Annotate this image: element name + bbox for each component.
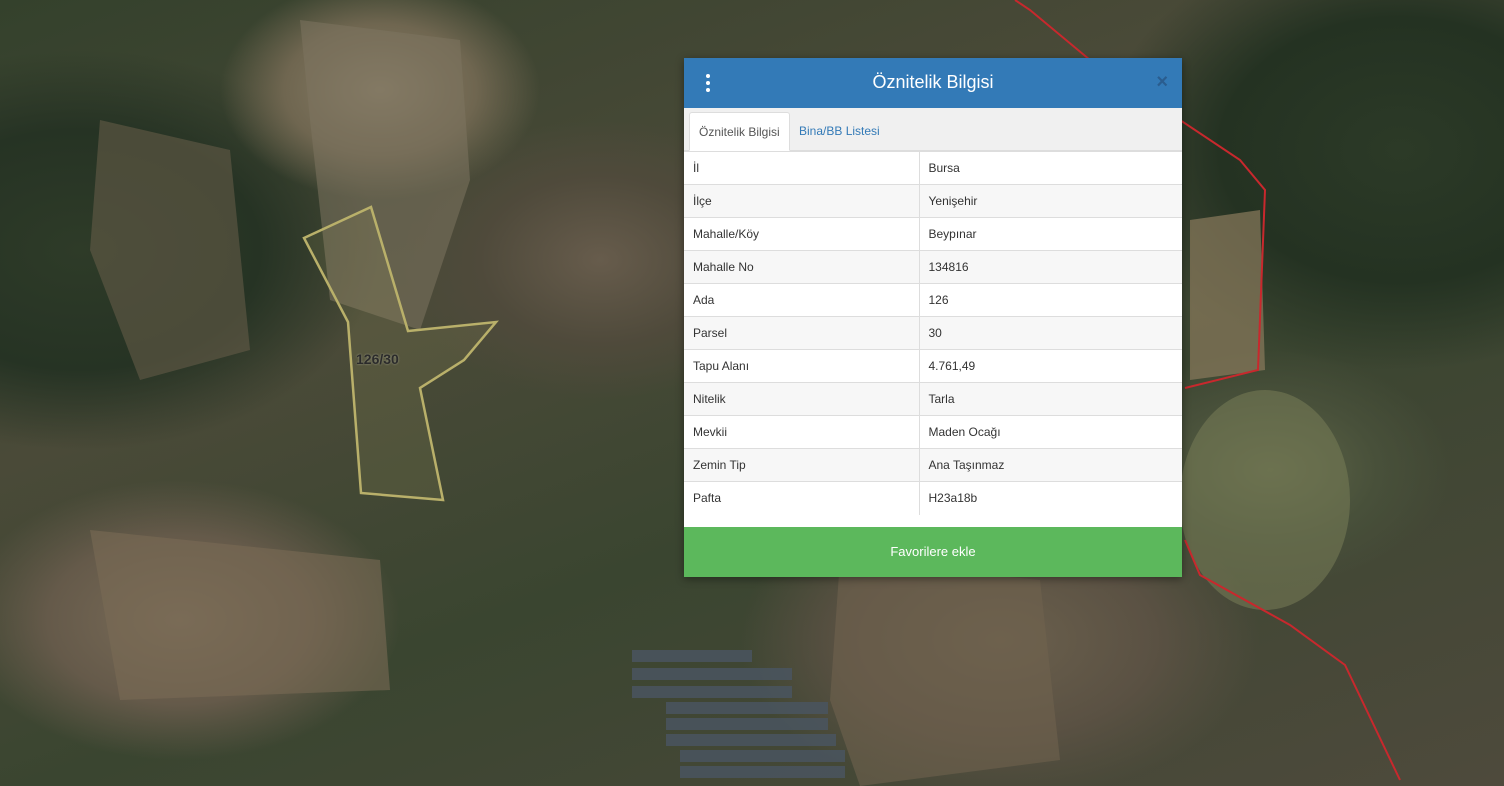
table-row: Ada 126 <box>684 283 1182 317</box>
attribute-value: Beypınar <box>919 217 1182 251</box>
field-patch <box>90 530 390 700</box>
attribute-value: 126 <box>919 283 1182 317</box>
table-row: Tapu Alanı 4.761,49 <box>684 349 1182 383</box>
table-row: Mahalle/Köy Beypınar <box>684 217 1182 251</box>
attribute-value: H23a18b <box>919 481 1182 515</box>
attribute-value: 30 <box>919 316 1182 350</box>
panel-header: Öznitelik Bilgisi × <box>684 58 1182 108</box>
tab-bar: Öznitelik Bilgisi Bina/BB Listesi <box>684 108 1182 151</box>
table-row: Mahalle No 134816 <box>684 250 1182 284</box>
table-row: İl Bursa <box>684 151 1182 185</box>
attribute-key: Ada <box>684 283 920 317</box>
close-icon[interactable]: × <box>1156 72 1168 92</box>
attribute-value: Bursa <box>919 151 1182 185</box>
attribute-key: Parsel <box>684 316 920 350</box>
attribute-value: Ana Taşınmaz <box>919 448 1182 482</box>
table-row: Mevkii Maden Ocağı <box>684 415 1182 449</box>
table-row: Parsel 30 <box>684 316 1182 350</box>
attribute-key: Pafta <box>684 481 920 515</box>
tab-building-list[interactable]: Bina/BB Listesi <box>790 112 889 150</box>
panel-title: Öznitelik Bilgisi <box>872 72 994 92</box>
parcel-label: 126/30 <box>356 351 399 367</box>
table-row: Zemin Tip Ana Taşınmaz <box>684 448 1182 482</box>
table-row: Pafta H23a18b <box>684 481 1182 515</box>
attribute-key: Mevkii <box>684 415 920 449</box>
field-patch <box>90 120 250 380</box>
attribute-table: İl Bursa İlçe Yenişehir Mahalle/Köy Beypınar M… <box>684 151 1182 515</box>
attribute-key: Zemin Tip <box>684 448 920 482</box>
attribute-key: Tapu Alanı <box>684 349 920 383</box>
attribute-key: İl <box>684 151 920 185</box>
table-row: Nitelik Tarla <box>684 382 1182 416</box>
attribute-value: Yenişehir <box>919 184 1182 218</box>
attribute-value: Maden Ocağı <box>919 415 1182 449</box>
attribute-panel: Öznitelik Bilgisi × Öznitelik Bilgisi Bi… <box>684 58 1182 577</box>
attribute-value: 4.761,49 <box>919 349 1182 383</box>
table-row: İlçe Yenişehir <box>684 184 1182 218</box>
attribute-value: Tarla <box>919 382 1182 416</box>
field-patch <box>830 560 1060 786</box>
attribute-value: 134816 <box>919 250 1182 284</box>
attribute-key: Mahalle No <box>684 250 920 284</box>
solar-panels <box>632 650 845 778</box>
attribute-key: Nitelik <box>684 382 920 416</box>
attribute-key: Mahalle/Köy <box>684 217 920 251</box>
tab-attribute-info[interactable]: Öznitelik Bilgisi <box>689 112 790 151</box>
attribute-key: İlçe <box>684 184 920 218</box>
field-patch <box>1190 210 1265 380</box>
add-to-favorites-button[interactable]: Favorilere ekle <box>684 527 1182 577</box>
